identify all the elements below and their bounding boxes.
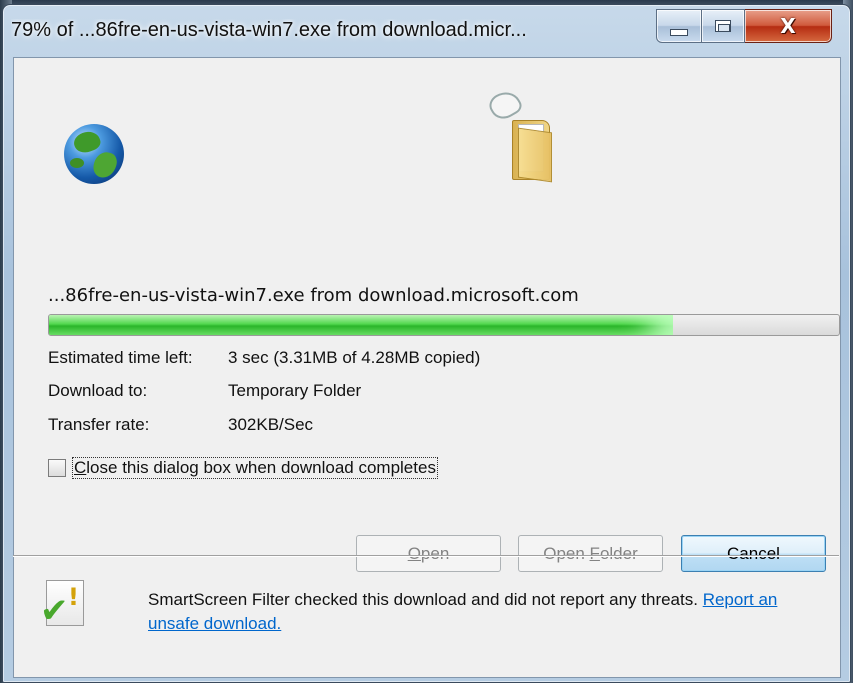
window-title: 79% of ...86fre-en-us-vista-win7.exe fro… [11,19,527,41]
open-button[interactable]: Open [356,535,501,572]
close-icon: X [780,14,796,38]
caption-buttons: X [656,9,832,47]
download-dialog-window: 79% of ...86fre-en-us-vista-win7.exe fro… [2,4,851,683]
folder-animation-icon [484,86,574,183]
maximize-icon [715,20,731,32]
checkmark-icon: ✔ [40,591,69,631]
download-to-value: Temporary Folder [228,381,362,400]
footer-separator [13,555,839,557]
transfer-rate-label: Transfer rate: [48,415,150,434]
estimated-time-value: 3 sec (3.31MB of 4.28MB copied) [228,348,481,367]
close-when-complete-row: Close this dialog box when download comp… [48,457,438,479]
download-filename: ...86fre-en-us-vista-win7.exe from downl… [48,285,579,306]
smartscreen-message: SmartScreen Filter checked this download… [148,590,778,633]
flying-paper-icon [485,86,525,124]
globe-icon [64,124,124,184]
cancel-button[interactable]: Cancel [681,535,826,572]
minimize-icon [670,28,688,36]
estimated-time-label: Estimated time left: [48,348,193,367]
smartscreen-shield-icon: ! ✔ [40,580,88,630]
progress-fill [49,315,674,335]
download-progress-bar [48,314,840,336]
transfer-rate-value: 302KB/Sec [228,415,314,434]
close-when-complete-checkbox[interactable] [48,459,66,477]
folder-icon [518,127,552,183]
minimize-button[interactable] [656,9,702,43]
maximize-button[interactable] [702,9,745,43]
close-when-complete-label[interactable]: Close this dialog box when download comp… [72,457,438,479]
download-to-label: Download to: [48,381,148,400]
open-folder-button[interactable]: Open Folder [518,535,663,572]
close-button[interactable]: X [745,9,832,43]
dialog-client-area: ...86fre-en-us-vista-win7.exe from downl… [13,57,841,678]
